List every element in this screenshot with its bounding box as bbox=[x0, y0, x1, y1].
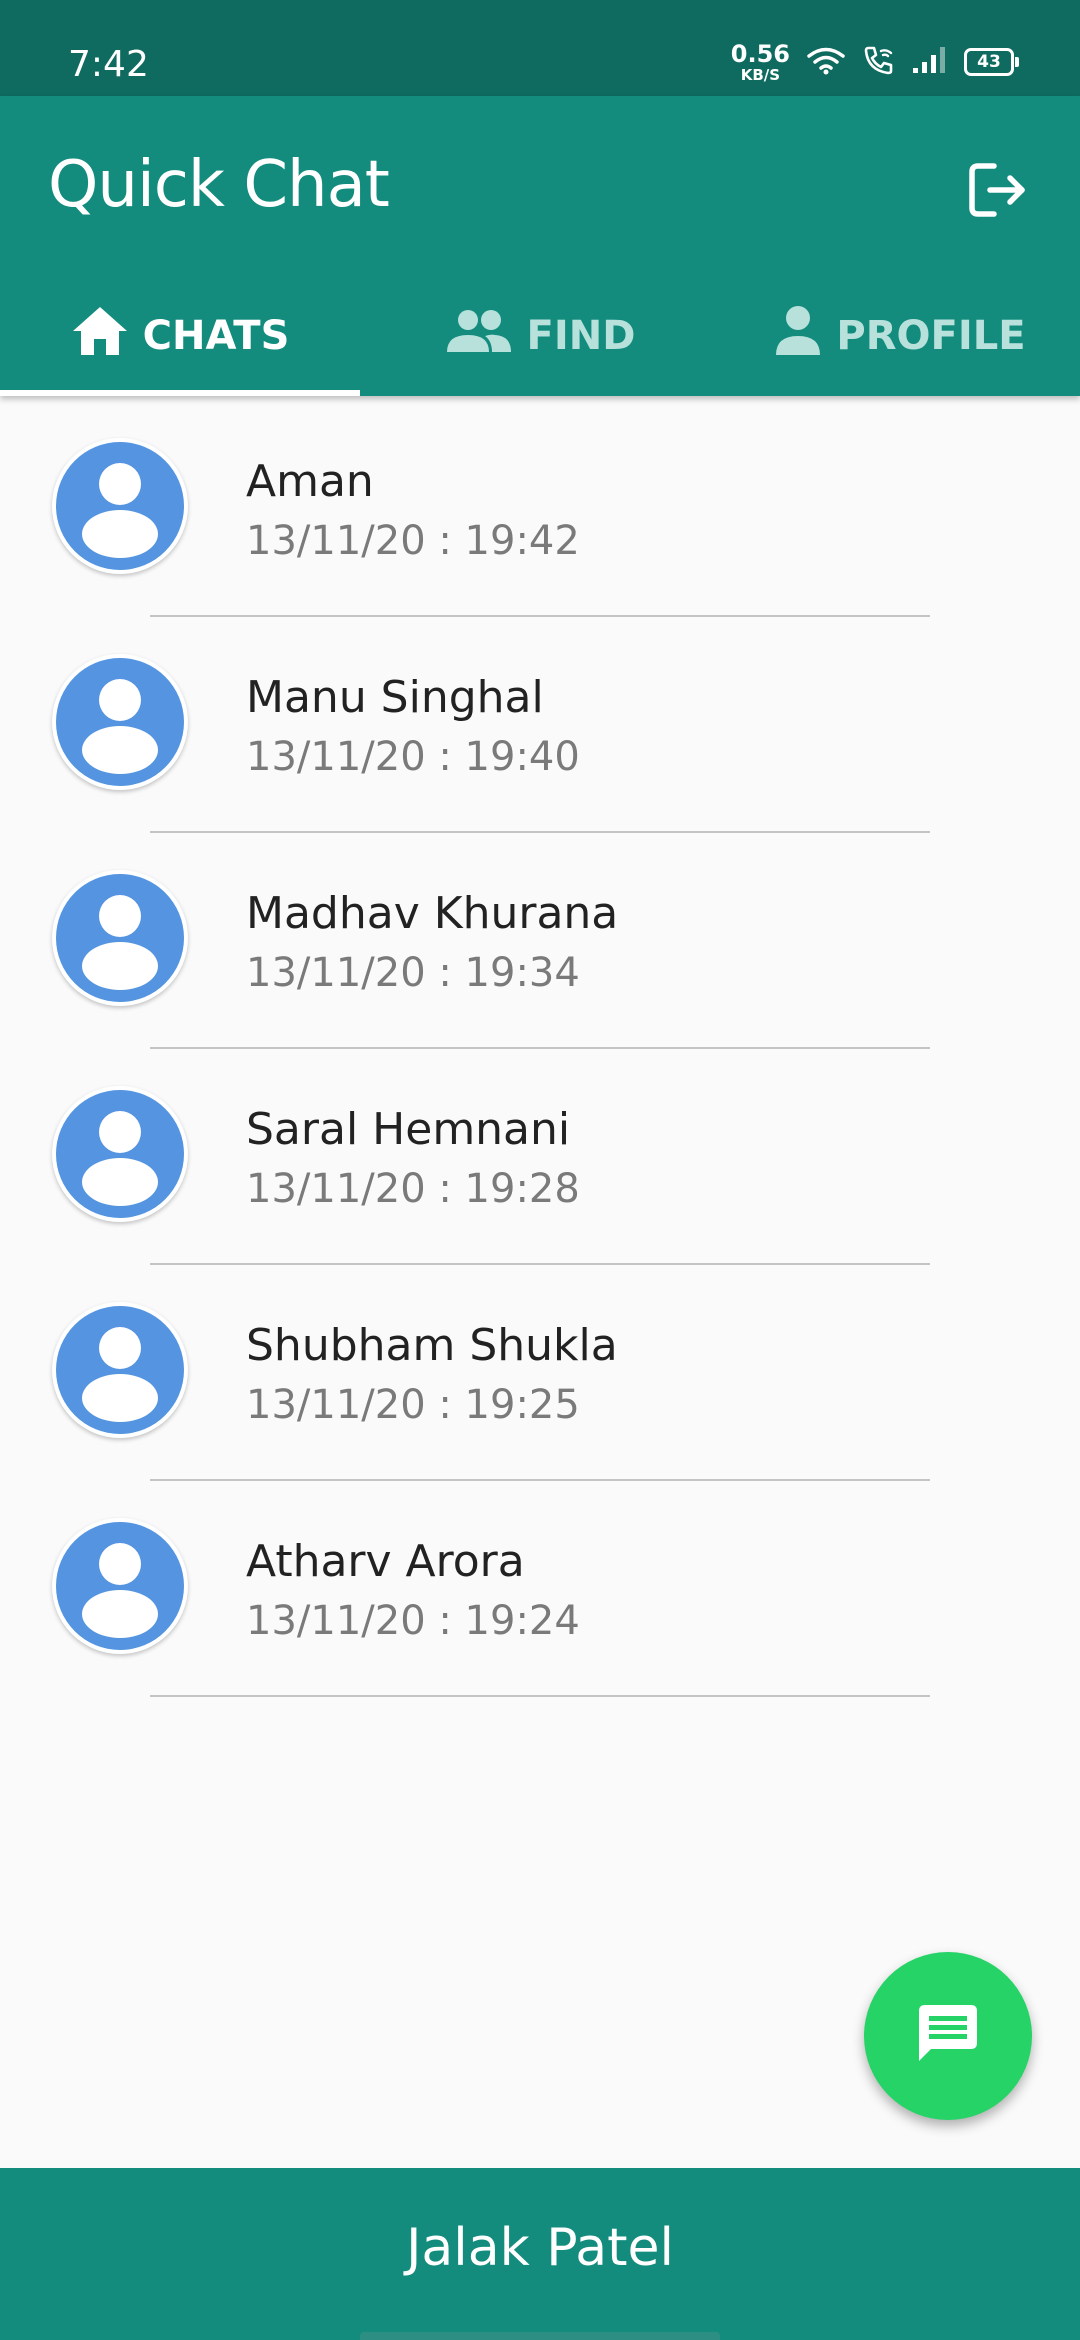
chat-timestamp: 13/11/20 : 19:24 bbox=[246, 1598, 580, 1644]
chat-list: Aman 13/11/20 : 19:42 Manu Singhal 13/11… bbox=[0, 396, 1080, 1697]
tab-find[interactable]: FIND bbox=[360, 276, 720, 396]
app-bar: Quick Chat CHATS FIND PROFILE bbox=[0, 96, 1080, 396]
avatar-person-icon bbox=[82, 679, 158, 774]
avatar bbox=[52, 438, 188, 574]
tab-profile[interactable]: PROFILE bbox=[720, 276, 1080, 396]
avatar bbox=[52, 1518, 188, 1654]
chat-timestamp: 13/11/20 : 19:34 bbox=[246, 950, 580, 996]
network-speed-value: 0.56 bbox=[730, 39, 790, 68]
network-speed-unit: KB/S bbox=[740, 65, 781, 84]
avatar-person-icon bbox=[82, 463, 158, 558]
home-icon bbox=[71, 305, 129, 367]
avatar-person-icon bbox=[82, 1327, 158, 1422]
chat-timestamp: 13/11/20 : 19:28 bbox=[246, 1166, 580, 1212]
network-speed: 0.56 KB/S bbox=[731, 42, 790, 83]
signal-icon bbox=[912, 45, 948, 80]
tab-profile-label: PROFILE bbox=[836, 313, 1026, 359]
person-icon bbox=[774, 305, 822, 367]
message-icon bbox=[915, 2001, 981, 2072]
chat-contact-name: Aman bbox=[246, 456, 374, 507]
avatar bbox=[52, 1086, 188, 1222]
chat-list-item[interactable]: Shubham Shukla 13/11/20 : 19:25 bbox=[0, 1260, 1080, 1481]
avatar-person-icon bbox=[82, 1111, 158, 1206]
status-bar: 7:42 0.56 KB/S 43 bbox=[0, 0, 1080, 96]
avatar bbox=[52, 1302, 188, 1438]
chat-timestamp: 13/11/20 : 19:25 bbox=[246, 1382, 580, 1428]
bottom-bar: Jalak Patel bbox=[0, 2168, 1080, 2340]
wifi-icon bbox=[806, 45, 846, 80]
avatar-person-icon bbox=[82, 1543, 158, 1638]
chat-list-item[interactable]: Saral Hemnani 13/11/20 : 19:28 bbox=[0, 1044, 1080, 1265]
avatar bbox=[52, 870, 188, 1006]
avatar-person-icon bbox=[82, 895, 158, 990]
chat-timestamp: 13/11/20 : 19:40 bbox=[246, 734, 580, 780]
chat-list-item[interactable]: Madhav Khurana 13/11/20 : 19:34 bbox=[0, 828, 1080, 1049]
chat-contact-name: Saral Hemnani bbox=[246, 1104, 571, 1155]
tab-bar: CHATS FIND PROFILE bbox=[0, 276, 1080, 396]
logout-button[interactable] bbox=[958, 154, 1034, 230]
chat-list-item[interactable]: Manu Singhal 13/11/20 : 19:40 bbox=[0, 612, 1080, 833]
chat-contact-name: Manu Singhal bbox=[246, 672, 544, 723]
tab-chats-label: CHATS bbox=[142, 313, 290, 359]
chat-contact-name: Madhav Khurana bbox=[246, 888, 619, 939]
chat-contact-name: Atharv Arora bbox=[246, 1536, 525, 1587]
logout-icon bbox=[964, 158, 1028, 227]
home-indicator[interactable] bbox=[360, 2332, 720, 2340]
avatar bbox=[52, 654, 188, 790]
status-icons: 0.56 KB/S 43 bbox=[731, 36, 1019, 88]
app-title: Quick Chat bbox=[48, 148, 390, 222]
chat-timestamp: 13/11/20 : 19:42 bbox=[246, 518, 580, 564]
current-user-name: Jalak Patel bbox=[406, 2218, 674, 2278]
new-message-button[interactable] bbox=[864, 1952, 1032, 2120]
divider bbox=[150, 1695, 930, 1697]
people-icon bbox=[445, 308, 513, 364]
battery-icon: 43 bbox=[964, 48, 1019, 76]
tab-find-label: FIND bbox=[526, 313, 636, 359]
chat-list-item[interactable]: Atharv Arora 13/11/20 : 19:24 bbox=[0, 1476, 1080, 1697]
chat-list-item[interactable]: Aman 13/11/20 : 19:42 bbox=[0, 396, 1080, 617]
wifi-calling-icon bbox=[862, 44, 896, 81]
chat-contact-name: Shubham Shukla bbox=[246, 1320, 618, 1371]
tab-chats[interactable]: CHATS bbox=[0, 276, 360, 396]
status-time: 7:42 bbox=[68, 44, 149, 85]
